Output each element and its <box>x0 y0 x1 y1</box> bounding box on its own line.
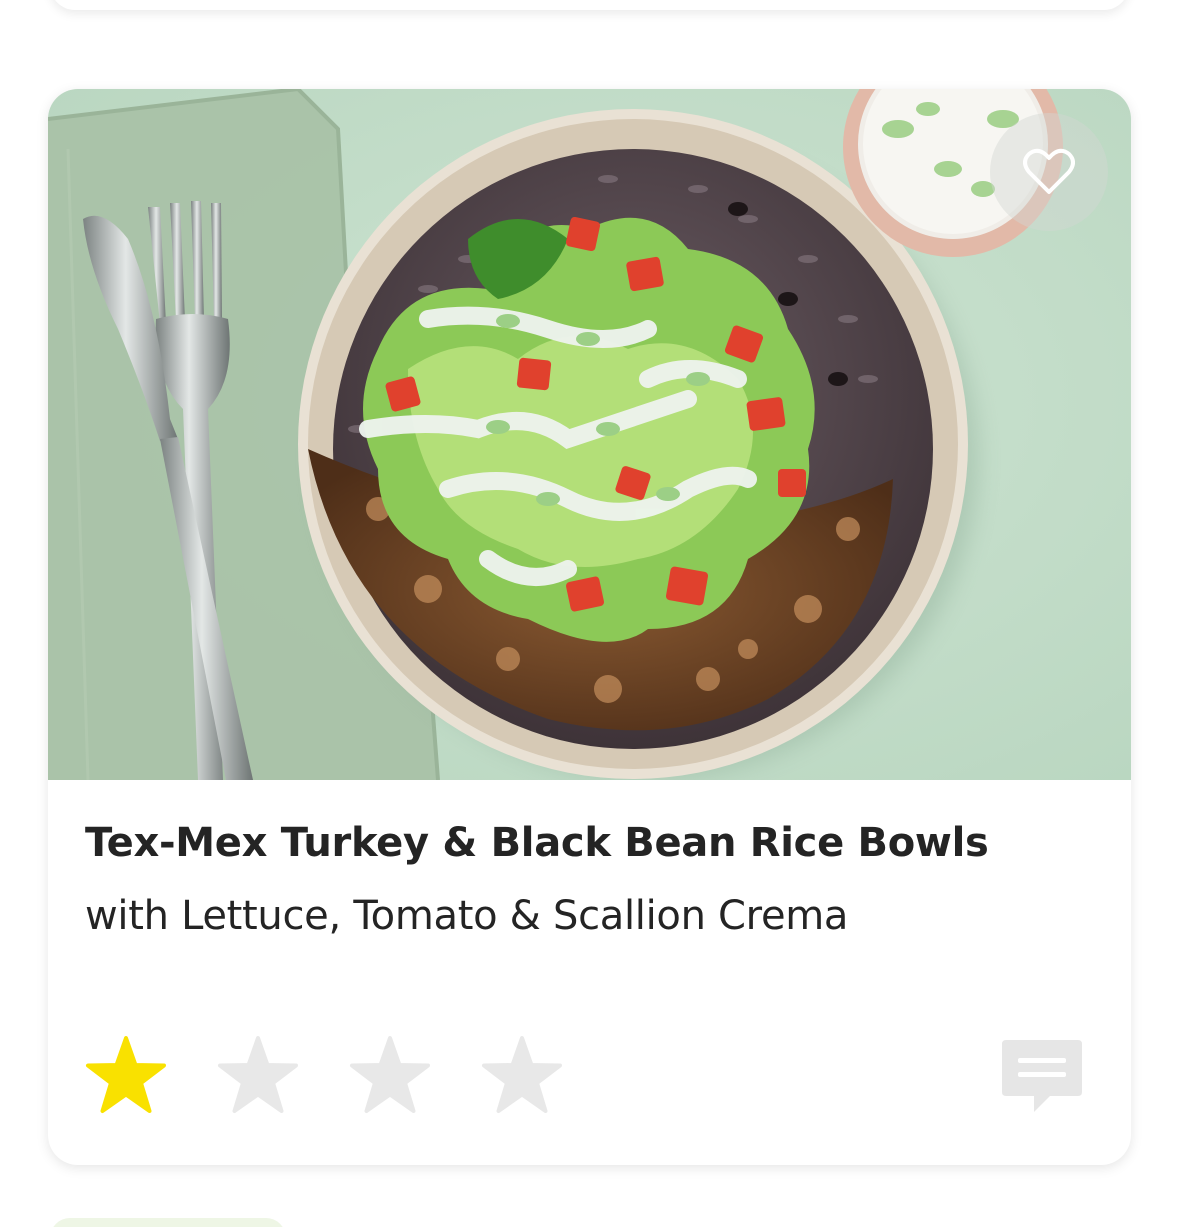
star-rating <box>84 1034 564 1118</box>
recipe-card[interactable]: Tex-Mex Turkey & Black Bean Rice Bowls w… <box>48 89 1131 1165</box>
recipe-title[interactable]: Tex-Mex Turkey & Black Bean Rice Bowls <box>85 820 989 866</box>
recipe-details: Tex-Mex Turkey & Black Bean Rice Bowls w… <box>48 780 1131 1165</box>
previous-recipe-card[interactable] <box>50 0 1129 10</box>
recipe-feed: Tex-Mex Turkey & Black Bean Rice Bowls w… <box>0 0 1179 1227</box>
star-icon[interactable] <box>216 1034 300 1118</box>
favorite-button[interactable] <box>990 113 1108 231</box>
comment-button[interactable] <box>1000 1038 1084 1118</box>
star-icon[interactable] <box>348 1034 432 1118</box>
recipe-image[interactable] <box>48 89 1131 780</box>
heart-icon <box>1023 148 1075 194</box>
star-icon[interactable] <box>480 1034 564 1118</box>
next-recipe-card[interactable] <box>50 1218 286 1227</box>
star-icon[interactable] <box>84 1034 168 1118</box>
recipe-subtitle: with Lettuce, Tomato & Scallion Crema <box>85 893 849 939</box>
comment-icon <box>1002 1040 1082 1112</box>
